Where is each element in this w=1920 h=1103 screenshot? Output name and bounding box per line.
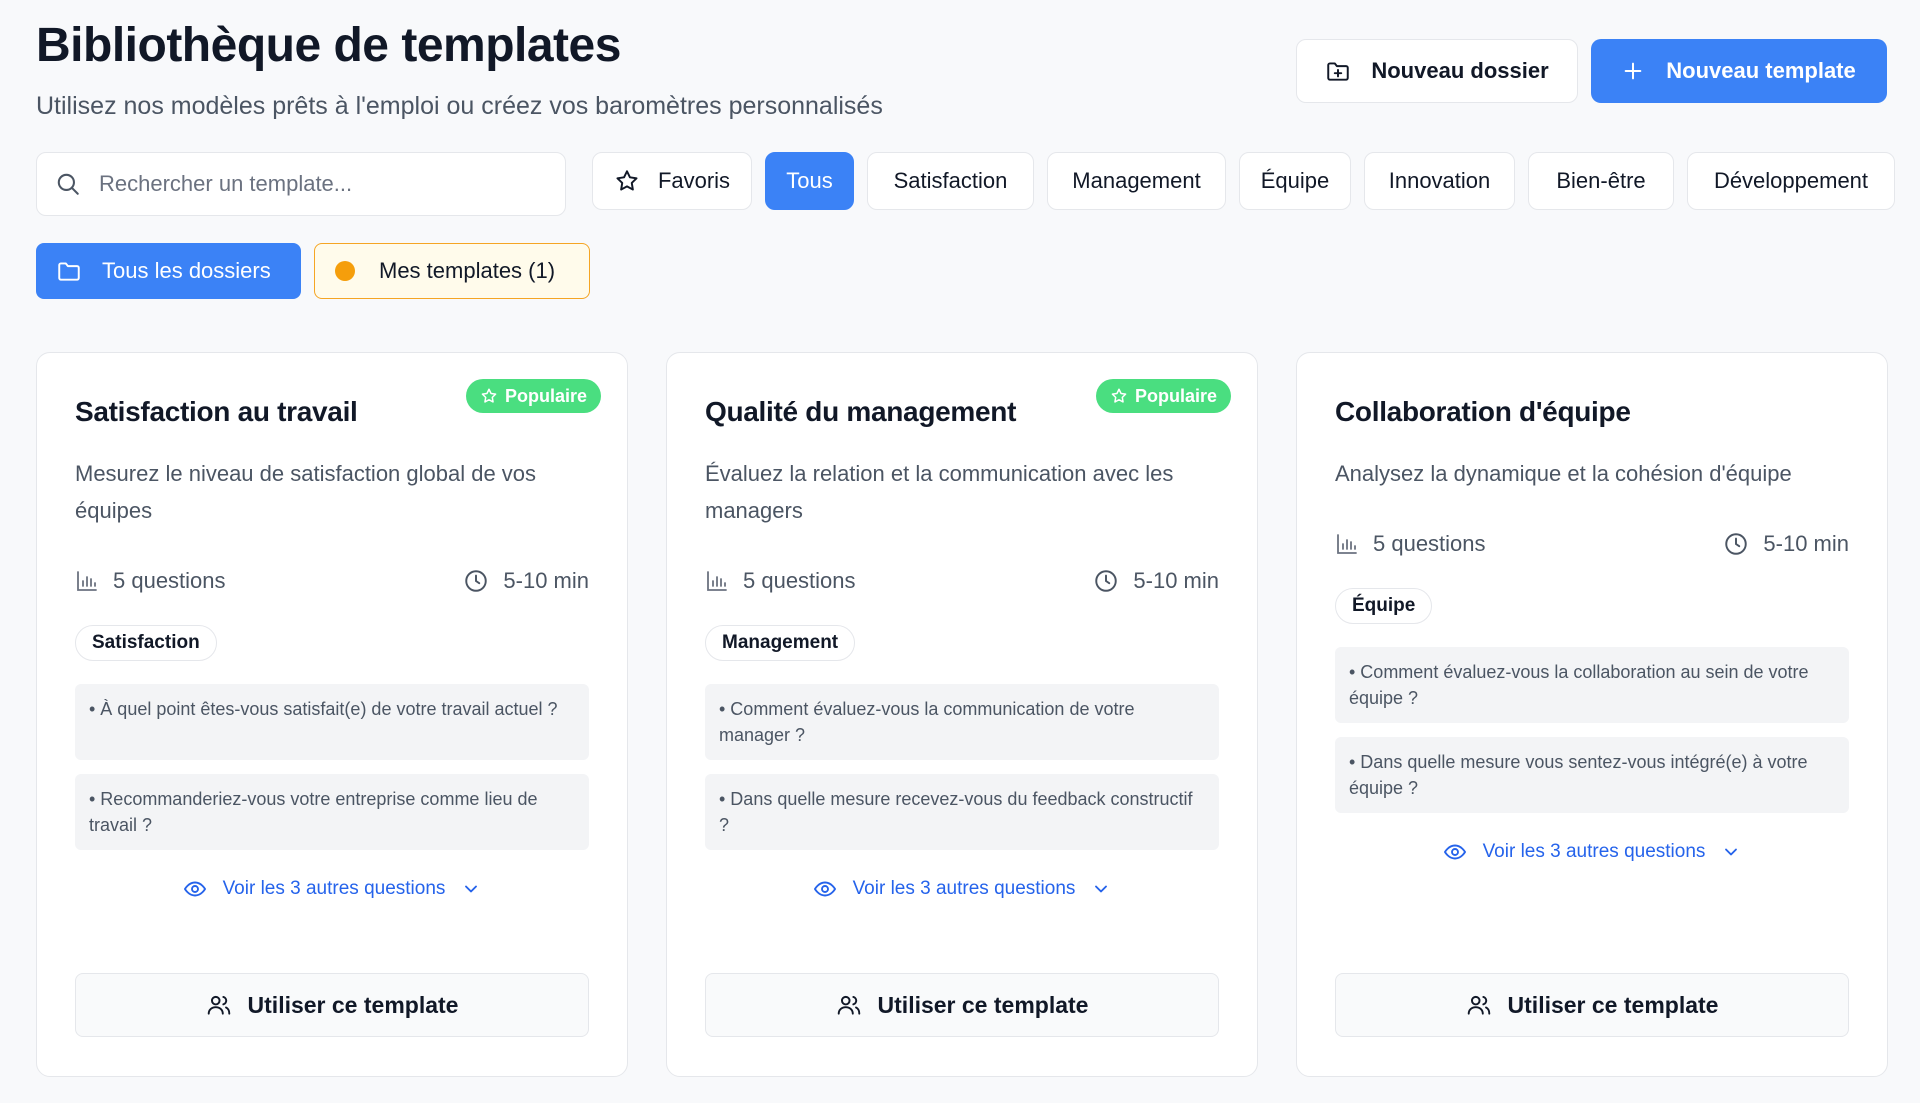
badge-label: Populaire xyxy=(504,385,587,406)
bar-chart-icon xyxy=(1335,532,1359,556)
page-subtitle: Utilisez nos modèles prêts à l'emploi ou… xyxy=(36,92,883,120)
folder-icon xyxy=(56,258,82,284)
duration: 5-10 min xyxy=(1723,531,1849,557)
folder-color-dot xyxy=(335,261,355,281)
new-folder-label: Nouveau dossier xyxy=(1371,58,1549,83)
all-folders-label: Tous les dossiers xyxy=(102,258,271,283)
page-header: Bibliothèque de templates Utilisez nos m… xyxy=(36,0,1887,150)
card-description: Analysez la dynamique et la cohésion d'é… xyxy=(1335,461,1792,486)
badge-label: Populaire xyxy=(1134,385,1217,406)
favorites-label: Favoris xyxy=(657,168,731,193)
page-title: Bibliothèque de templates xyxy=(36,19,621,72)
clock-icon xyxy=(1723,531,1749,557)
search-input[interactable] xyxy=(99,171,519,197)
duration: 5-10 min xyxy=(1093,568,1219,594)
card-meta: 5 questions 5-10 min xyxy=(75,568,589,594)
star-icon xyxy=(1110,387,1128,405)
card-title: Satisfaction au travail xyxy=(75,396,358,427)
category-tag: Équipe xyxy=(1335,588,1433,624)
filter-satisfaction[interactable]: Satisfaction xyxy=(867,152,1034,210)
question-preview: • Comment évaluez-vous la communication … xyxy=(705,684,1219,760)
card-description: Évaluez la relation et la communication … xyxy=(705,461,1174,523)
clock-icon xyxy=(1093,568,1119,594)
category-filters: Favoris Tous Satisfaction Management Équ… xyxy=(592,152,1895,210)
card-title: Collaboration d'équipe xyxy=(1335,396,1631,427)
card-title: Qualité du management xyxy=(705,396,1017,427)
search-icon xyxy=(55,171,81,197)
all-folders-button[interactable]: Tous les dossiers xyxy=(36,243,301,299)
clock-icon xyxy=(463,568,489,594)
chevron-down-icon xyxy=(1091,879,1111,899)
category-tag: Management xyxy=(705,625,856,661)
folder-plus-icon xyxy=(1325,58,1351,84)
question-preview: • Comment évaluez-vous la collaboration … xyxy=(1335,647,1849,723)
plus-icon xyxy=(1622,60,1644,82)
template-card: Populaire Qualité du management Évaluez … xyxy=(666,352,1258,1077)
users-icon xyxy=(206,992,232,1018)
templates-page: Bibliothèque de templates Utilisez nos m… xyxy=(36,0,1895,1077)
eye-icon xyxy=(813,877,837,901)
question-count: 5 questions xyxy=(705,568,856,594)
users-icon xyxy=(1466,992,1492,1018)
chevron-down-icon xyxy=(1721,842,1741,862)
bar-chart-icon xyxy=(705,569,729,593)
filter-tous[interactable]: Tous xyxy=(765,152,854,210)
filter-bien-etre[interactable]: Bien-être xyxy=(1528,152,1674,210)
users-icon xyxy=(836,992,862,1018)
filter-innovation[interactable]: Innovation xyxy=(1364,152,1515,210)
template-card: Collaboration d'équipe Analysez la dynam… xyxy=(1296,352,1888,1077)
filter-management[interactable]: Management xyxy=(1047,152,1226,210)
new-template-button[interactable]: Nouveau template xyxy=(1591,39,1887,103)
my-templates-label: Mes templates (1) xyxy=(379,258,556,283)
show-more-questions-link[interactable]: Voir les 3 autres questions xyxy=(705,877,1219,901)
duration: 5-10 min xyxy=(463,568,589,594)
filter-equipe[interactable]: Équipe xyxy=(1239,152,1351,210)
category-tag: Satisfaction xyxy=(75,625,217,661)
question-preview: • Dans quelle mesure vous sentez-vous in… xyxy=(1335,737,1849,813)
use-template-button[interactable]: Utiliser ce template xyxy=(75,973,589,1037)
search-box[interactable] xyxy=(36,152,566,216)
show-more-questions-link[interactable]: Voir les 3 autres questions xyxy=(75,877,589,901)
use-template-button[interactable]: Utiliser ce template xyxy=(705,973,1219,1037)
favorites-filter[interactable]: Favoris xyxy=(592,152,752,210)
question-preview: • Dans quelle mesure recevez-vous du fee… xyxy=(705,774,1219,850)
question-preview: • À quel point êtes-vous satisfait(e) de… xyxy=(75,684,589,760)
popular-badge: Populaire xyxy=(465,379,601,413)
chevron-down-icon xyxy=(461,879,481,899)
filter-developpement[interactable]: Développement xyxy=(1687,152,1895,210)
card-meta: 5 questions 5-10 min xyxy=(705,568,1219,594)
question-count: 5 questions xyxy=(1335,531,1486,557)
new-folder-button[interactable]: Nouveau dossier xyxy=(1296,39,1578,103)
card-meta: 5 questions 5-10 min xyxy=(1335,531,1849,557)
my-templates-button[interactable]: Mes templates (1) xyxy=(314,243,590,299)
popular-badge: Populaire xyxy=(1095,379,1231,413)
template-grid: Populaire Satisfaction au travail Mesure… xyxy=(36,352,1888,1077)
card-description: Mesurez le niveau de satisfaction global… xyxy=(75,461,537,523)
use-template-button[interactable]: Utiliser ce template xyxy=(1335,973,1849,1037)
show-more-questions-link[interactable]: Voir les 3 autres questions xyxy=(1335,840,1849,864)
star-icon xyxy=(614,168,640,194)
question-count: 5 questions xyxy=(75,568,226,594)
eye-icon xyxy=(183,877,207,901)
eye-icon xyxy=(1443,840,1467,864)
new-template-label: Nouveau template xyxy=(1666,58,1856,83)
template-card: Populaire Satisfaction au travail Mesure… xyxy=(36,352,628,1077)
bar-chart-icon xyxy=(75,569,99,593)
question-preview: • Recommanderiez-vous votre entreprise c… xyxy=(75,774,589,850)
star-icon xyxy=(480,387,498,405)
